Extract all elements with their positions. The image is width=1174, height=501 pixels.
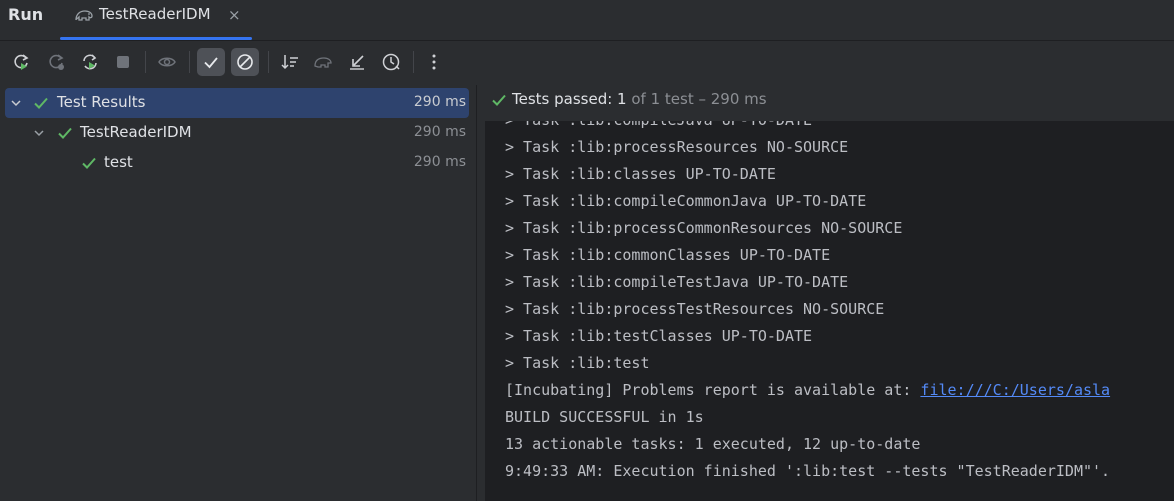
toolbar-separator [413,51,414,73]
more-options-button[interactable] [420,48,448,76]
toolbar-separator [268,51,269,73]
collapse-button[interactable] [343,48,371,76]
toggle-auto-test-icon [83,54,97,70]
collapse-icon [350,55,364,70]
test-runner-toolbar [0,41,1174,85]
console-line: > Task :lib:testClasses UP-TO-DATE [505,327,813,345]
rerun-button[interactable] [7,48,35,76]
import-tests-button[interactable] [309,48,337,76]
tree-node-label: TestReaderIDM [80,123,192,141]
toolbar-separator [145,51,146,73]
console-line: > Task :lib:processTestResources NO-SOUR… [505,300,885,318]
show-eye-icon [158,57,176,67]
check-icon [492,94,506,106]
toggle-auto-test-button[interactable] [76,48,104,76]
gradle-elephant-icon [74,6,94,24]
toolbar-separator [189,51,190,73]
console-line-build-result: BUILD SUCCESSFUL in 1s [505,408,704,426]
tree-node-label: Test Results [57,93,146,111]
status-prefix: Tests passed: [512,90,618,108]
console-line-tasks-summary: 13 actionable tasks: 1 executed, 12 up-t… [505,435,921,453]
console-line: > Task :lib:test [505,354,650,372]
sort-icon [281,55,298,70]
check-icon [34,97,48,109]
close-icon[interactable]: × [228,6,241,24]
problems-report-link[interactable]: file:///C:/Users/asla [920,381,1110,399]
stop-icon [117,56,129,68]
tab-testreaderidm[interactable]: TestReaderIDM × [60,0,252,40]
tab-title: TestReaderIDM [99,5,211,23]
sort-button[interactable] [276,48,304,76]
stop-button[interactable] [109,48,137,76]
history-button[interactable] [377,48,405,76]
console-line-problems-report: [Incubating] Problems report is availabl… [505,381,1110,399]
console-panel: Tests passed: 1 of 1 test – 290 ms > Tas… [485,85,1174,501]
chevron-down-icon[interactable] [32,126,46,140]
console-line: > Task :lib:processCommonResources NO-SO… [505,219,903,237]
run-tool-window-title: Run [8,5,44,24]
rerun-icon [14,54,29,70]
duration-label: 290 ms [413,154,466,170]
check-icon [58,127,72,139]
status-count: 1 [617,90,627,108]
console-line: > Task :lib:compileCommonJava UP-TO-DATE [505,192,867,210]
console-line: > Task :lib:classes UP-TO-DATE [505,165,776,183]
duration-label: 290 ms [413,94,466,110]
tree-node-test-results[interactable]: Test Results 290 ms [5,88,469,118]
status-suffix: of 1 test – 290 ms [626,90,767,108]
show-ignored-icon [237,54,253,70]
test-status-bar: Tests passed: 1 of 1 test – 290 ms [485,85,1174,122]
console-line: > Task :lib:compileJava UP-TO-DATE [505,121,812,129]
console-line: > Task :lib:processResources NO-SOURCE [505,138,849,156]
import-tests-icon [314,57,332,68]
console-line: > Task :lib:compileTestJava UP-TO-DATE [505,273,849,291]
duration-label: 290 ms [413,124,466,140]
history-icon [382,53,400,71]
show-ignored-toggle[interactable] [231,48,259,76]
chevron-down-icon[interactable] [9,96,23,110]
test-tree-panel: Test Results 290 ms TestReaderIDM 290 ms… [0,85,477,501]
check-icon [82,157,96,169]
tree-node-label: test [104,153,133,171]
show-button[interactable] [153,48,181,76]
tests-passed-summary: Tests passed: 1 of 1 test – 290 ms [512,90,767,108]
show-passed-toggle[interactable] [197,48,225,76]
rerun-failed-button[interactable] [42,48,70,76]
tree-node-testreaderidm[interactable]: TestReaderIDM 290 ms [5,118,469,148]
console-line-execution-finished: 9:49:33 AM: Execution finished ':lib:tes… [505,462,1111,480]
problems-report-text: [Incubating] Problems report is availabl… [505,381,921,399]
more-options-icon [432,54,436,70]
tool-window-header: Run TestReaderIDM × [0,0,1174,41]
active-tab-indicator [60,37,252,40]
tree-node-test[interactable]: test 290 ms [5,148,469,178]
rerun-failed-icon [49,54,64,70]
console-output[interactable]: > Task :lib:compileJava UP-TO-DATE > Tas… [485,121,1174,501]
console-line: > Task :lib:commonClasses UP-TO-DATE [505,246,831,264]
show-passed-icon [204,57,218,69]
